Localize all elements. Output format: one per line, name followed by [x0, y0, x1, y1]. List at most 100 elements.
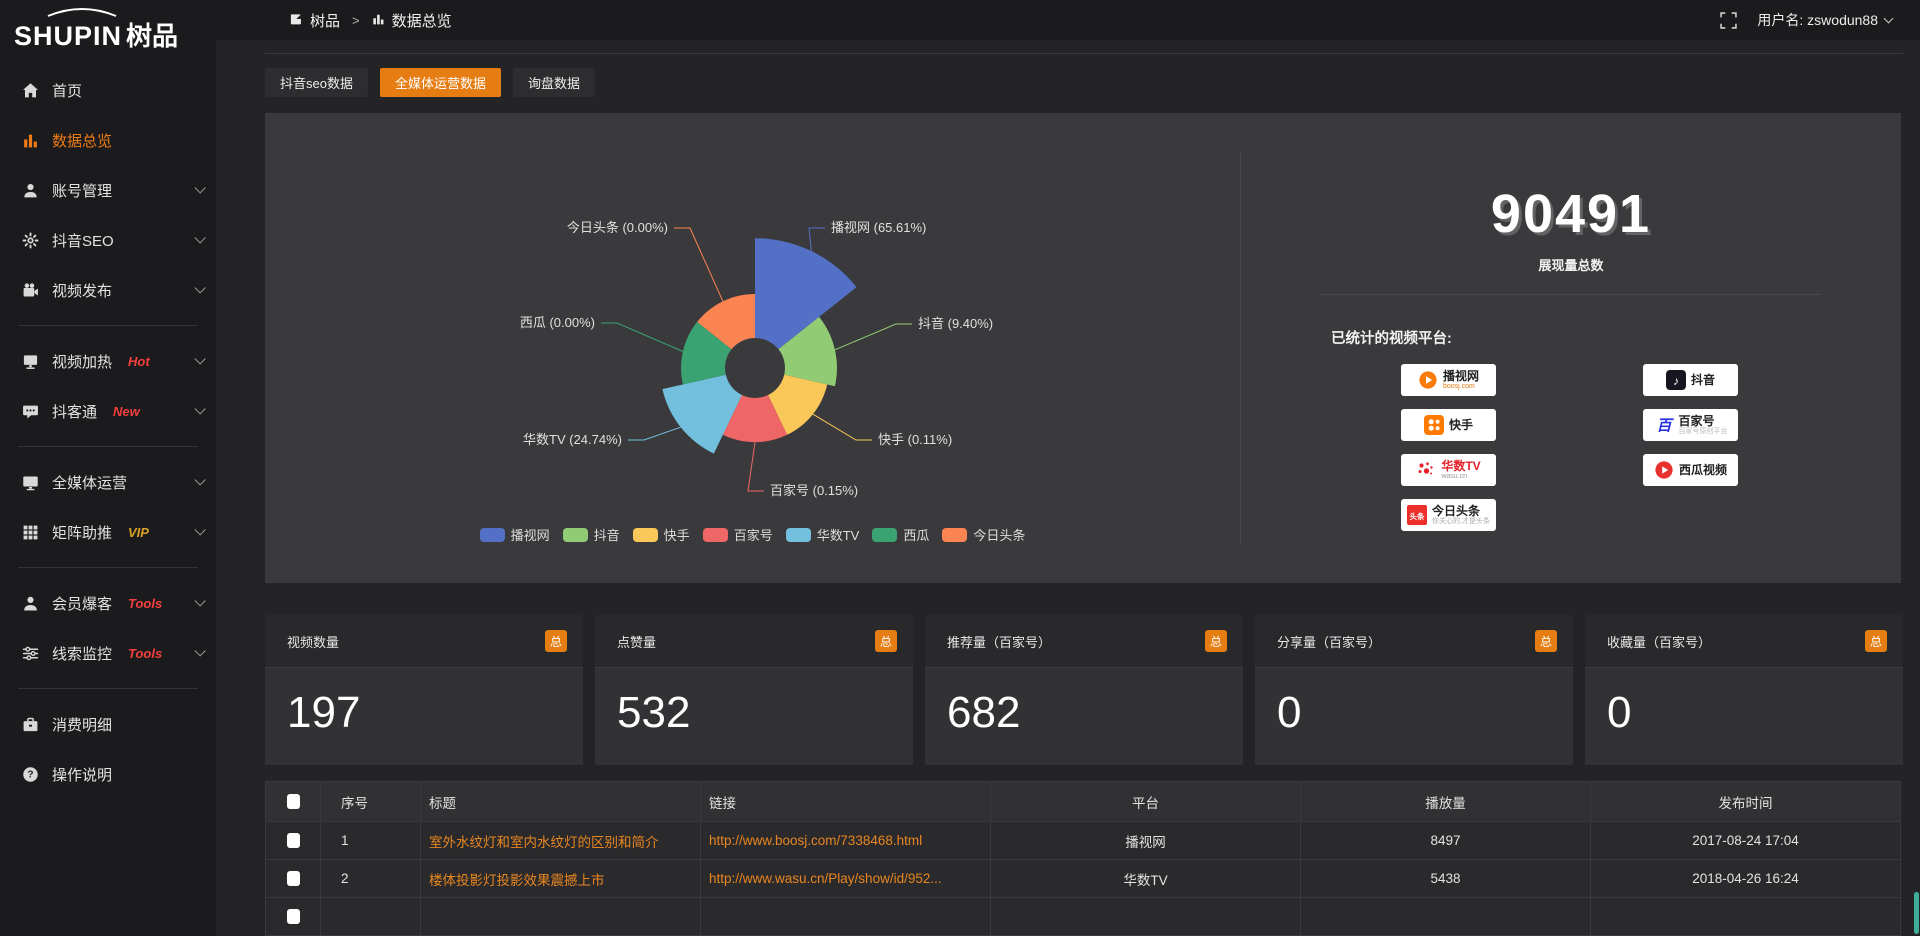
logo-text-cn: 树品	[126, 21, 178, 51]
kuaishou-logo	[1424, 415, 1444, 435]
pie-label-6: 今日头条 (0.00%)	[567, 220, 668, 235]
video-table: 序号标题链接平台播放量发布时间 1室外水纹灯和室内水纹灯的区别和简介http:/…	[265, 781, 1901, 936]
sidebar-item-5[interactable]: 视频加热Hot	[0, 336, 216, 386]
row-checkbox[interactable]	[287, 833, 300, 848]
sidebar-item-10[interactable]: 线索监控Tools	[0, 628, 216, 678]
xigua-logo	[1654, 460, 1674, 480]
fullscreen-icon[interactable]	[1720, 12, 1737, 29]
video-camera-icon	[22, 282, 39, 299]
row-checkbox[interactable]	[287, 871, 300, 886]
sidebar-item-6[interactable]: 抖客通New	[0, 386, 216, 436]
platform-badge-2: 快手	[1401, 409, 1496, 441]
legend-item-2[interactable]: 快手	[633, 525, 690, 544]
sidebar-divider	[18, 567, 198, 568]
sidebar-item-9[interactable]: 会员爆客Tools	[0, 578, 216, 628]
total-badge[interactable]: 总	[1535, 630, 1557, 652]
video-title-link[interactable]: 楼体投影灯投影效果震撼上市	[429, 873, 605, 888]
sidebar-item-2[interactable]: 账号管理	[0, 165, 216, 215]
platform-sub: boosj.com	[1443, 383, 1475, 390]
sidebar-item-label: 首页	[52, 80, 82, 101]
legend-item-0[interactable]: 播视网	[480, 525, 550, 544]
rose-pie-chart: 播视网 (65.61%)抖音 (9.40%)快手 (0.11%)百家号 (0.1…	[265, 113, 1240, 583]
breadcrumb-item-0[interactable]: 树品	[290, 10, 340, 31]
legend-label: 抖音	[594, 525, 620, 544]
sidebar-item-1[interactable]: 数据总览	[0, 115, 216, 165]
col-header-3: 平台	[991, 782, 1301, 822]
legend-label: 今日头条	[973, 525, 1025, 544]
cell-num: 2	[321, 860, 421, 898]
stat-card-0: 视频数量总197	[265, 615, 583, 765]
chart-legend: 播视网 抖音快手百家号 华数TV 西瓜 今日头条	[265, 525, 1240, 544]
total-badge[interactable]: 总	[1205, 630, 1227, 652]
chevron-down-icon	[194, 182, 205, 193]
cell-link	[701, 898, 991, 936]
pie-label-2: 快手 (0.11%)	[878, 432, 952, 447]
tab-0[interactable]: 抖音seo数据	[265, 68, 368, 97]
legend-swatch	[633, 528, 658, 542]
video-url-link[interactable]: http://www.wasu.cn/Play/show/id/952...	[709, 871, 942, 886]
platform-badge-3: 百百家号百家号原创平台	[1643, 409, 1738, 441]
total-badge[interactable]: 总	[545, 630, 567, 652]
sidebar-item-4[interactable]: 视频发布	[0, 265, 216, 315]
sidebar-item-badge: VIP	[128, 525, 149, 540]
legend-swatch	[563, 528, 588, 542]
stat-card-label: 分享量（百家号）	[1277, 632, 1381, 651]
video-url-link[interactable]: http://www.boosj.com/7338468.html	[709, 833, 922, 848]
total-badge[interactable]: 总	[875, 630, 897, 652]
stat-card-header: 收藏量（百家号）总	[1585, 615, 1903, 668]
sidebar-divider	[18, 325, 198, 326]
legend-item-4[interactable]: 华数TV	[786, 525, 860, 544]
video-title-link[interactable]: 室外水纹灯和室内水纹灯的区别和简介	[429, 835, 659, 850]
sidebar-item-0[interactable]: 首页	[0, 65, 216, 115]
pie-slice-4[interactable]	[662, 375, 742, 454]
legend-swatch	[942, 528, 967, 542]
question-icon: ?	[22, 766, 39, 783]
svg-text:头条: 头条	[1410, 511, 1426, 521]
legend-item-5[interactable]: 西瓜	[872, 525, 929, 544]
stat-card-1: 点赞量总532	[595, 615, 913, 765]
scrollbar-thumb[interactable]	[1914, 892, 1919, 934]
stat-card-value: 0	[1585, 668, 1903, 738]
user-menu[interactable]: 用户名: zswodun88	[1757, 10, 1892, 30]
sidebar-item-label: 账号管理	[52, 180, 112, 201]
row-checkbox[interactable]	[287, 909, 300, 924]
tab-1[interactable]: 全媒体运营数据	[380, 68, 501, 97]
legend-item-3[interactable]: 百家号	[703, 525, 773, 544]
sidebar-item-8[interactable]: 矩阵助推VIP	[0, 507, 216, 557]
sidebar-item-12[interactable]: ?操作说明	[0, 749, 216, 799]
total-badge[interactable]: 总	[1865, 630, 1887, 652]
breadcrumb-item-1[interactable]: 数据总览	[372, 10, 452, 31]
cell-time	[1591, 898, 1901, 936]
sidebar-item-label: 会员爆客	[52, 593, 112, 614]
legend-label: 华数TV	[817, 525, 860, 544]
chevron-down-icon	[1884, 13, 1894, 23]
legend-label: 西瓜	[903, 525, 929, 544]
stat-card-header: 点赞量总	[595, 615, 913, 668]
table-row-0: 1 室外水纹灯和室内水纹灯的区别和简介 http://www.boosj.com/7…	[266, 822, 1901, 860]
breadcrumb-label: 数据总览	[392, 10, 452, 31]
sidebar-item-7[interactable]: 全媒体运营	[0, 457, 216, 507]
wallet-icon	[22, 716, 39, 733]
tab-2[interactable]: 询盘数据	[513, 68, 595, 97]
legend-item-1[interactable]: 抖音	[563, 525, 620, 544]
bar-chart-icon	[22, 132, 39, 149]
member-icon	[22, 595, 39, 612]
sidebar-item-3[interactable]: 抖音SEO	[0, 215, 216, 265]
select-all-checkbox[interactable]	[287, 794, 300, 809]
cell-title: 室外水纹灯和室内水纹灯的区别和简介	[421, 822, 701, 860]
sidebar-item-label: 抖客通	[52, 401, 97, 422]
select-all-cell	[266, 782, 321, 822]
platform-name: 华数TV	[1441, 460, 1480, 473]
topbar: 树品>数据总览 用户名: zswodun88	[216, 0, 1920, 40]
legend-item-6[interactable]: 今日头条	[942, 525, 1025, 544]
cell-num: 1	[321, 822, 421, 860]
svg-text:百: 百	[1656, 418, 1674, 435]
legend-swatch	[872, 528, 897, 542]
chevron-down-icon	[194, 474, 205, 485]
legend-swatch	[480, 528, 505, 542]
sidebar-item-11[interactable]: 消费明细	[0, 699, 216, 749]
sliders-icon	[22, 645, 39, 662]
platform-name: 抖音	[1691, 374, 1715, 387]
platform-name: 今日头条	[1432, 505, 1480, 518]
cell-plays: 8497	[1301, 822, 1591, 860]
